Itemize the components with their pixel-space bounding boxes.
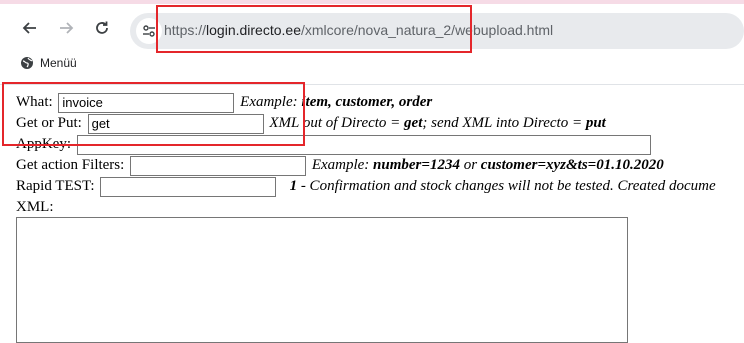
form-highlight-box	[2, 82, 305, 146]
filters-label: Get action Filters:	[16, 157, 125, 173]
getput-hint-get: get	[404, 115, 423, 131]
rapid-hint-text: - Confirmation and stock changes will no…	[297, 178, 716, 194]
rapid-hint: 1 - Confirmation and stock changes will …	[282, 178, 716, 194]
reload-button[interactable]	[90, 16, 114, 40]
rapid-row: Rapid TEST: 1 - Confirmation and stock c…	[16, 176, 716, 197]
globe-icon	[21, 57, 33, 69]
forward-button[interactable]	[54, 16, 78, 40]
rapid-input[interactable]	[100, 176, 277, 197]
filters-input[interactable]	[130, 155, 307, 176]
filters-hint-customer: customer=xyz&ts=01.10.2020	[480, 157, 664, 173]
xml-label: XML:	[16, 199, 54, 215]
getput-hint-put: put	[585, 115, 606, 131]
bookmark-menuu[interactable]: Menüü	[20, 56, 77, 70]
xml-textarea[interactable]	[16, 217, 628, 343]
forward-arrow-icon	[60, 22, 74, 34]
xml-row: XML:	[16, 197, 54, 217]
filters-hint-or: or	[459, 157, 481, 173]
rapid-hint-one: 1	[289, 178, 298, 194]
getput-hint-2: ; send XML into Directo =	[422, 115, 586, 131]
tune-icon	[143, 25, 155, 37]
back-arrow-icon	[22, 22, 36, 34]
rapid-label: Rapid TEST:	[16, 178, 95, 194]
what-hint-bold: item, customer, order	[301, 94, 433, 110]
back-button[interactable]	[18, 16, 42, 40]
getput-hint: XML out of Directo = get; send XML into …	[269, 115, 606, 131]
url-highlight-box	[156, 5, 472, 53]
reload-icon	[96, 21, 108, 34]
filters-hint-prefix: Example:	[311, 157, 374, 173]
filters-hint-number: number=1234	[373, 157, 460, 173]
bookmark-label: Menüü	[40, 56, 77, 70]
filters-row: Get action Filters: Example: number=1234…	[16, 155, 664, 176]
filters-hint: Example: number=1234 or customer=xyz&ts=…	[312, 157, 664, 173]
bookmarks-bar: Menüü	[0, 52, 744, 80]
